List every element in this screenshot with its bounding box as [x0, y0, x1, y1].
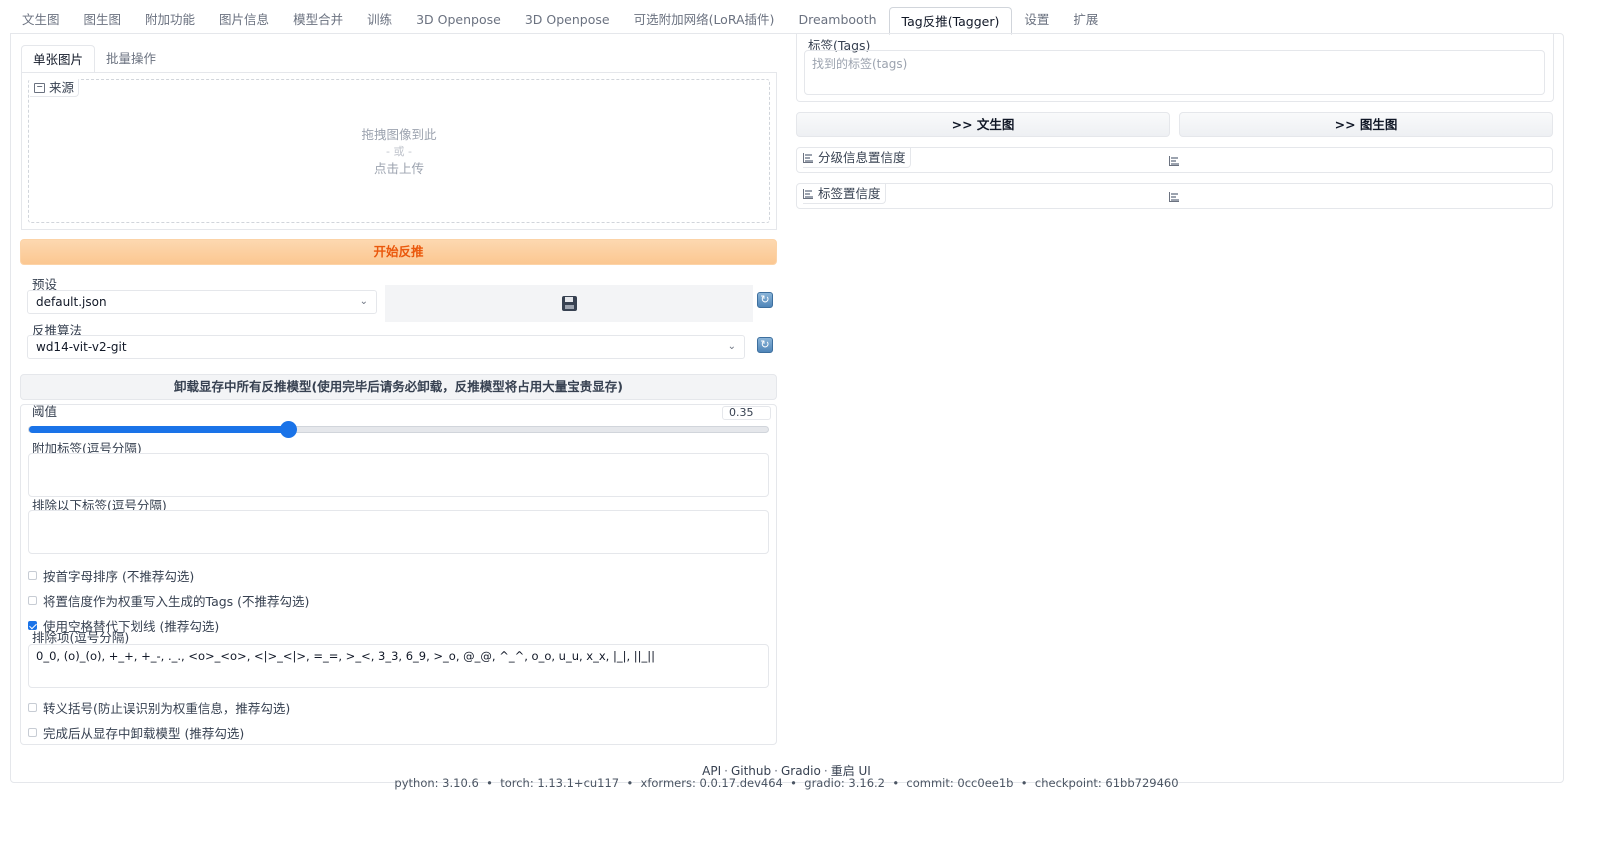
interrogator-value: wd14-vit-v2-git — [36, 340, 127, 354]
start-interrogate-button[interactable]: 开始反推 — [20, 239, 777, 265]
version-checkpoint: checkpoint: 61bb729460 — [1034, 776, 1179, 790]
refresh-preset-button[interactable]: ↻ — [757, 292, 773, 308]
checkbox-label: 按首字母排序 (不推荐勾选) — [43, 569, 195, 584]
refresh-icon: ↻ — [760, 293, 770, 306]
checkbox-box[interactable] — [28, 703, 37, 712]
tab-3d-openpose-1[interactable]: 3D Openpose — [404, 6, 513, 34]
exclude-tags-input[interactable] — [28, 510, 769, 554]
threshold-slider-fill — [29, 426, 288, 433]
checkbox-label: 转义括号(防止误识别为权重信息，推荐勾选) — [43, 701, 291, 716]
version-commit: commit: 0cc0ee1b — [906, 776, 1014, 790]
floppy-disk-icon — [561, 296, 577, 311]
tab-png-info[interactable]: 图片信息 — [207, 6, 281, 34]
refresh-icon: ↻ — [760, 338, 770, 351]
preset-value: default.json — [36, 295, 107, 309]
tab-settings[interactable]: 设置 — [1012, 6, 1061, 34]
checkbox-label: 将置信度作为权重写入生成的Tags (不推荐勾选) — [43, 594, 310, 609]
image-drop-zone[interactable]: 拖拽图像到此 - 或 - 点击上传 — [28, 79, 770, 223]
tab-extras[interactable]: 附加功能 — [133, 6, 207, 34]
tab-tagger[interactable]: Tag反推(Tagger) — [888, 7, 1013, 35]
interrogator-select[interactable]: wd14-vit-v2-git ⌄ — [27, 335, 745, 359]
bar-chart-icon — [1169, 156, 1179, 166]
source-subtabs: 单张图片 批量操作 — [21, 45, 167, 73]
footer-bullet: • — [486, 776, 493, 790]
tab-checkpoint-merger[interactable]: 模型合并 — [281, 6, 355, 34]
rating-confidence-panel: 分级信息置信度 — [796, 147, 1553, 173]
footer-bullet: • — [1020, 776, 1028, 790]
tab-txt2img[interactable]: 文生图 — [10, 6, 72, 34]
version-torch: torch: 1.13.1+cu117 — [500, 776, 620, 790]
tags-output-textarea[interactable]: 找到的标签(tags) — [804, 50, 1545, 95]
bar-chart-icon — [1169, 192, 1179, 202]
checkbox-box[interactable] — [28, 596, 37, 605]
image-upload-panel: 拖拽图像到此 - 或 - 点击上传 来源 — [21, 72, 777, 230]
bar-chart-icon — [803, 152, 813, 163]
version-xformers: xformers: 0.0.17.dev464 — [640, 776, 783, 790]
chevron-down-icon: ⌄ — [359, 296, 368, 307]
unload-models-button[interactable]: 卸载显存中所有反推模型(使用完毕后请务必卸载，反推模型将占用大量宝贵显存) — [20, 374, 777, 400]
version-python: python: 3.10.6 — [394, 776, 479, 790]
footer-bullet: • — [892, 776, 900, 790]
click-upload-text: 点击上传 — [373, 160, 424, 176]
tag-confidence-panel: 标签置信度 — [796, 183, 1553, 209]
threshold-slider-thumb[interactable] — [279, 421, 297, 438]
image-label-text: 来源 — [49, 79, 75, 95]
tag-confidence-text: 标签置信度 — [818, 185, 881, 201]
subtab-single-image[interactable]: 单张图片 — [21, 45, 96, 73]
additional-tags-input[interactable] — [28, 453, 769, 497]
subtab-batch[interactable]: 批量操作 — [95, 45, 167, 73]
footer-versions: python: 3.10.6 • torch: 1.13.1+cu117 • x… — [0, 776, 1573, 790]
checkbox-box[interactable] — [28, 571, 37, 580]
threshold-label: 阈值 — [32, 404, 58, 419]
footer-bullet: • — [626, 776, 634, 790]
include-confidence-checkbox[interactable]: 将置信度作为权重写入生成的Tags (不推荐勾选) — [28, 591, 309, 610]
tab-train[interactable]: 训练 — [355, 6, 404, 34]
tab-dreambooth[interactable]: Dreambooth — [786, 6, 888, 34]
send-to-img2img-button[interactable]: >> 图生图 — [1179, 112, 1553, 137]
checkbox-label: 完成后从显存中卸载模型 (推荐勾选) — [43, 726, 245, 741]
sort-alphabetically-checkbox[interactable]: 按首字母排序 (不推荐勾选) — [28, 566, 194, 585]
tag-confidence-label: 标签置信度 — [803, 184, 886, 204]
image-icon — [34, 82, 45, 93]
tab-3d-openpose-2[interactable]: 3D Openpose — [513, 6, 622, 34]
chevron-down-icon: ⌄ — [727, 341, 736, 352]
image-source-label: 来源 — [30, 79, 80, 97]
bar-chart-icon — [803, 188, 813, 199]
version-gradio: gradio: 3.16.2 — [804, 776, 885, 790]
rating-confidence-label: 分级信息置信度 — [803, 148, 911, 168]
unload-after-checkbox[interactable]: 完成后从显存中卸载模型 (推荐勾选) — [28, 723, 244, 742]
tab-img2img[interactable]: 图生图 — [72, 6, 134, 34]
send-to-txt2img-button[interactable]: >> 文生图 — [796, 112, 1170, 137]
exclusions-input[interactable]: 0_0, (o)_(o), +_+, +_-, ._., <o>_<o>, <|… — [28, 644, 769, 688]
tab-additional-networks[interactable]: 可选附加网络(LoRA插件) — [622, 6, 787, 34]
preset-select[interactable]: default.json ⌄ — [27, 290, 377, 314]
checkbox-box[interactable] — [28, 728, 37, 737]
main-tab-bar: 文生图 图生图 附加功能 图片信息 模型合并 训练 3D Openpose 3D… — [10, 6, 1564, 35]
footer-bullet: • — [790, 776, 797, 790]
threshold-slider[interactable] — [28, 421, 769, 438]
threshold-number-input[interactable]: 0.35 — [722, 406, 771, 420]
rating-confidence-text: 分级信息置信度 — [818, 149, 906, 165]
escape-brackets-checkbox[interactable]: 转义括号(防止误识别为权重信息，推荐勾选) — [28, 698, 290, 717]
save-preset-button[interactable] — [385, 285, 753, 322]
tab-extensions[interactable]: 扩展 — [1061, 6, 1110, 34]
refresh-interrogator-button[interactable]: ↻ — [757, 337, 773, 353]
or-text: - 或 - — [386, 144, 412, 158]
drop-text: 拖拽图像到此 — [361, 126, 437, 142]
